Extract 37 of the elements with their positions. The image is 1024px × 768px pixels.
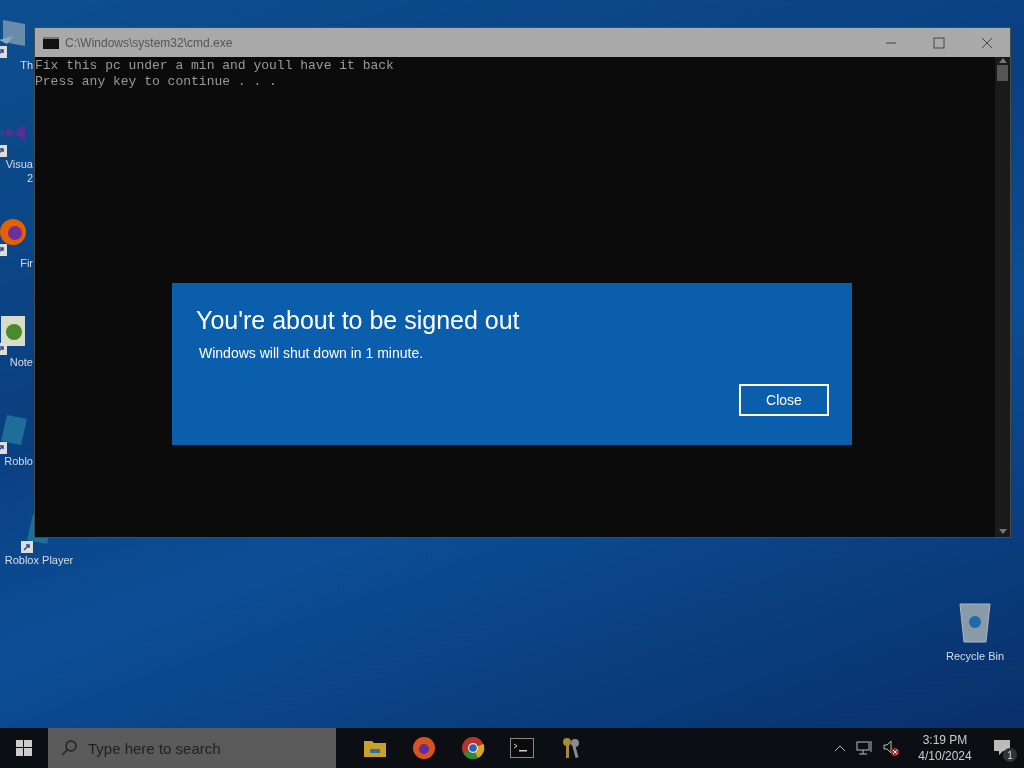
- window-title: C:\Windows\system32\cmd.exe: [65, 34, 233, 52]
- terminal-icon[interactable]: [509, 738, 534, 758]
- clock-time[interactable]: 3:19 PM: [922, 732, 968, 748]
- search-icon: [60, 739, 78, 757]
- shortcut-arrow-icon: [21, 541, 33, 553]
- desktop-icon-label[interactable]: Roblo: [4, 454, 33, 468]
- dialog-title: You're about to be signed out: [196, 305, 521, 335]
- console-line: Fix this pc under a min and youll have it back: [35, 58, 395, 74]
- desktop-icon-label[interactable]: Recycle Bin: [945, 648, 1005, 665]
- windows-logo-icon: [16, 740, 32, 756]
- muted-speaker-icon[interactable]: [882, 739, 900, 757]
- console-line: Press any key to continue . . .: [35, 74, 278, 90]
- scrollbar[interactable]: [995, 57, 1010, 537]
- maximize-icon[interactable]: [933, 36, 945, 49]
- clock-date[interactable]: 4/10/2024: [918, 748, 972, 764]
- notification-count: 1: [1003, 748, 1017, 762]
- desktop-icon-label[interactable]: Th: [20, 58, 33, 72]
- desktop-icon-label[interactable]: Note: [9, 355, 33, 369]
- chrome-icon[interactable]: [460, 736, 485, 760]
- chevron-up-icon[interactable]: [834, 744, 846, 752]
- scroll-down-icon[interactable]: [998, 529, 1007, 535]
- desktop-icon-label[interactable]: Visua: [5, 157, 33, 171]
- network-icon[interactable]: [856, 740, 874, 756]
- fox-globe-icon: [0, 217, 28, 247]
- desktop-icon-label[interactable]: Roblox Player: [4, 553, 74, 567]
- desktop-icon-label[interactable]: 2: [26, 171, 33, 185]
- notepad-icon: [0, 314, 27, 348]
- desktop-icon-label[interactable]: Fir: [20, 256, 33, 270]
- folder-icon[interactable]: [362, 738, 387, 758]
- dialog-message: Windows will shut down in 1 minute.: [199, 344, 425, 363]
- search-field[interactable]: Type here to search: [48, 728, 336, 768]
- console-app-icon: [43, 36, 59, 49]
- notification-icon[interactable]: [993, 739, 1011, 757]
- fox-globe-icon[interactable]: [411, 736, 436, 760]
- close-icon[interactable]: [981, 36, 993, 49]
- close-button[interactable]: Close: [739, 384, 829, 416]
- scroll-thumb[interactable]: [997, 65, 1008, 81]
